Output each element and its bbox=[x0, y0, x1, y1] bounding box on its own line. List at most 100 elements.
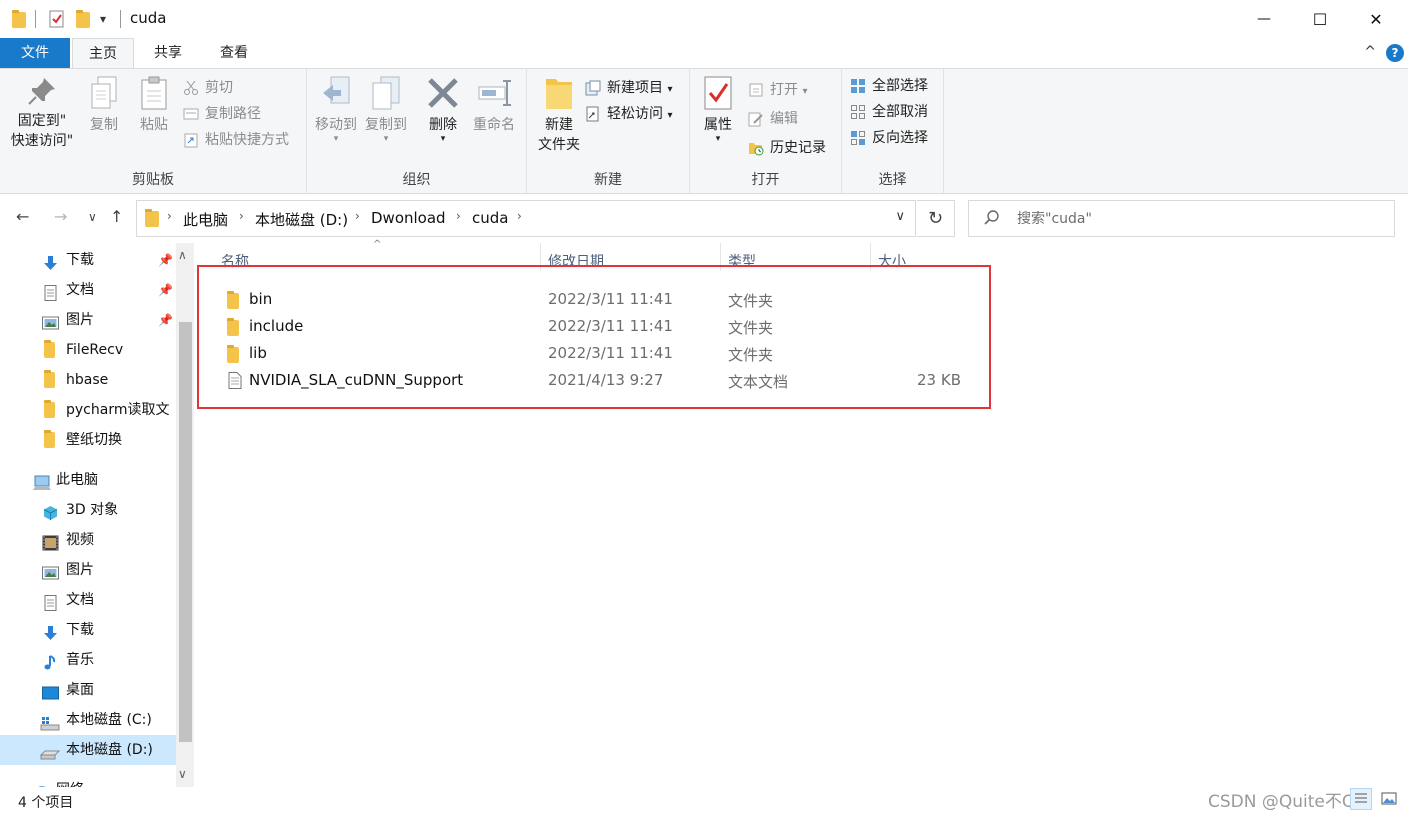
copy-button[interactable]: 复制 bbox=[84, 75, 124, 135]
nav-item-label: 壁纸切换 bbox=[66, 432, 122, 448]
nav-item-wallpaper[interactable]: 壁纸切换 bbox=[0, 425, 176, 455]
nav-item-drive-c[interactable]: 本地磁盘 (C:) bbox=[0, 705, 176, 735]
tab-view[interactable]: 查看 bbox=[204, 38, 264, 68]
properties-check-icon[interactable] bbox=[48, 10, 66, 32]
search-input[interactable] bbox=[1017, 208, 1377, 230]
qat-dropdown-icon[interactable]: ▾ bbox=[100, 12, 106, 26]
move-to-button[interactable]: 移动到 ▾ bbox=[311, 75, 361, 144]
copy-path-button[interactable]: 复制路径 bbox=[183, 103, 261, 125]
paste-label: 粘贴 bbox=[140, 117, 168, 133]
nav-item-pc-downloads[interactable]: 下载 bbox=[0, 615, 176, 645]
pin-icon[interactable]: 📌 bbox=[158, 275, 173, 305]
copy-label: 复制 bbox=[90, 117, 118, 133]
nav-item-pictures[interactable]: 图片 📌 bbox=[0, 305, 176, 335]
invert-selection-button[interactable]: 反向选择 bbox=[850, 127, 928, 149]
nav-item-filerecv[interactable]: FileRecv bbox=[0, 335, 176, 365]
details-view-icon[interactable] bbox=[1350, 788, 1372, 810]
minimize-button[interactable]: — bbox=[1236, 0, 1292, 38]
computer-icon bbox=[32, 472, 51, 490]
recent-locations-chevron-icon[interactable]: ∨ bbox=[88, 210, 97, 224]
tab-file[interactable]: 文件 bbox=[0, 38, 70, 68]
refresh-button[interactable]: ↻ bbox=[917, 200, 955, 237]
breadcrumb-dwonload[interactable]: Dwonload bbox=[371, 209, 446, 227]
pin-quick-access-button[interactable]: 固定到" 快速访问" bbox=[6, 75, 78, 151]
chevron-right-icon[interactable]: › bbox=[456, 209, 461, 223]
column-header-size[interactable]: 大小 bbox=[878, 251, 906, 273]
nav-scrollbar-thumb[interactable] bbox=[179, 322, 192, 742]
pin-icon[interactable]: 📌 bbox=[158, 305, 173, 335]
edit-button[interactable]: 编辑 bbox=[748, 108, 798, 130]
nav-item-pc-pictures[interactable]: 图片 bbox=[0, 555, 176, 585]
table-row[interactable]: NVIDIA_SLA_cuDNN_Support 2021/4/13 9:27 … bbox=[197, 367, 967, 394]
cut-label: 剪切 bbox=[205, 80, 233, 96]
table-row[interactable]: lib 2022/3/11 11:41 文件夹 bbox=[197, 340, 967, 367]
collapse-ribbon-icon[interactable]: ^ bbox=[1364, 44, 1376, 60]
breadcrumb-drive-d[interactable]: 本地磁盘 (D:) bbox=[255, 209, 348, 230]
easy-access-button[interactable]: 轻松访问 ▾ bbox=[585, 103, 672, 125]
divider[interactable] bbox=[540, 243, 541, 271]
address-bar[interactable]: › 此电脑 › 本地磁盘 (D:) › Dwonload › cuda › ∨ bbox=[136, 200, 916, 237]
video-icon bbox=[42, 532, 59, 551]
scroll-down-arrow-icon[interactable]: ∨ bbox=[178, 767, 187, 781]
nav-item-hbase[interactable]: hbase bbox=[0, 365, 176, 395]
new-item-button[interactable]: 新建项目 ▾ bbox=[585, 77, 672, 99]
up-arrow-icon[interactable]: ↑ bbox=[110, 207, 123, 226]
nav-item-network[interactable]: 网络 bbox=[0, 775, 176, 787]
copy-icon bbox=[88, 75, 120, 111]
table-row[interactable]: include 2022/3/11 11:41 文件夹 bbox=[197, 313, 967, 340]
back-arrow-icon[interactable]: ← bbox=[16, 207, 29, 226]
chevron-right-icon[interactable]: › bbox=[517, 209, 522, 223]
forward-arrow-icon[interactable]: → bbox=[54, 207, 67, 226]
paste-shortcut-button[interactable]: 粘贴快捷方式 bbox=[183, 129, 289, 151]
nav-item-this-pc[interactable]: 此电脑 bbox=[0, 465, 176, 495]
chevron-right-icon[interactable]: › bbox=[167, 209, 172, 223]
easy-access-icon bbox=[585, 106, 601, 122]
open-button[interactable]: 打开 ▾ bbox=[748, 79, 807, 101]
chevron-down-icon[interactable]: ∨ bbox=[895, 209, 905, 224]
maximize-button[interactable]: ☐ bbox=[1292, 0, 1348, 38]
divider[interactable] bbox=[720, 243, 721, 271]
breadcrumb-cuda[interactable]: cuda bbox=[472, 209, 508, 227]
nav-item-label: 此电脑 bbox=[56, 472, 98, 488]
column-header-date[interactable]: 修改日期 bbox=[548, 251, 604, 273]
pin-icon[interactable]: 📌 bbox=[158, 245, 173, 275]
rename-button[interactable]: 重命名 bbox=[469, 75, 519, 135]
help-icon[interactable]: ? bbox=[1386, 44, 1404, 62]
large-icons-view-icon[interactable] bbox=[1378, 788, 1400, 810]
nav-item-documents[interactable]: 文档 📌 bbox=[0, 275, 176, 305]
nav-item-drive-d[interactable]: 本地磁盘 (D:) bbox=[0, 735, 176, 765]
nav-item-pc-documents[interactable]: 文档 bbox=[0, 585, 176, 615]
select-group: 全部选择 全部取消 反向选择 选择 bbox=[842, 69, 944, 193]
nav-item-music[interactable]: 音乐 bbox=[0, 645, 176, 675]
nav-item-desktop[interactable]: 桌面 bbox=[0, 675, 176, 705]
table-row[interactable]: bin 2022/3/11 11:41 文件夹 bbox=[197, 286, 967, 313]
divider bbox=[120, 10, 121, 28]
file-name: include bbox=[249, 317, 304, 335]
nav-item-videos[interactable]: 视频 bbox=[0, 525, 176, 555]
chevron-right-icon[interactable]: › bbox=[239, 209, 244, 223]
paste-button[interactable]: 粘贴 bbox=[134, 75, 174, 135]
nav-item-3d-objects[interactable]: 3D 对象 bbox=[0, 495, 176, 525]
copy-to-button[interactable]: 复制到 ▾ bbox=[361, 75, 411, 144]
chevron-right-icon[interactable]: › bbox=[355, 209, 360, 223]
new-folder-button[interactable]: 新建 文件夹 bbox=[531, 75, 587, 155]
dropdown-arrow-icon: ▾ bbox=[667, 110, 673, 121]
breadcrumb-this-pc[interactable]: 此电脑 bbox=[183, 209, 228, 230]
close-button[interactable]: ✕ bbox=[1348, 0, 1404, 38]
divider[interactable] bbox=[870, 243, 871, 271]
search-box[interactable] bbox=[968, 200, 1395, 237]
delete-button[interactable]: 删除 ▾ bbox=[421, 75, 465, 144]
scroll-up-arrow-icon[interactable]: ∧ bbox=[178, 248, 187, 262]
cut-button[interactable]: 剪切 bbox=[183, 77, 233, 99]
tab-share[interactable]: 共享 bbox=[138, 38, 198, 68]
column-header-name[interactable]: 名称 bbox=[221, 251, 249, 273]
history-button[interactable]: 历史记录 bbox=[748, 137, 826, 159]
properties-button[interactable]: 属性 ▾ bbox=[696, 75, 740, 144]
tab-home[interactable]: 主页 bbox=[72, 38, 134, 69]
select-none-button[interactable]: 全部取消 bbox=[850, 101, 928, 123]
select-all-button[interactable]: 全部选择 bbox=[850, 75, 928, 97]
column-header-type[interactable]: 类型 bbox=[728, 251, 756, 273]
nav-item-pycharm[interactable]: pycharm读取文 bbox=[0, 395, 176, 425]
nav-item-downloads[interactable]: 下载 📌 bbox=[0, 245, 176, 275]
download-arrow-icon bbox=[42, 622, 59, 640]
